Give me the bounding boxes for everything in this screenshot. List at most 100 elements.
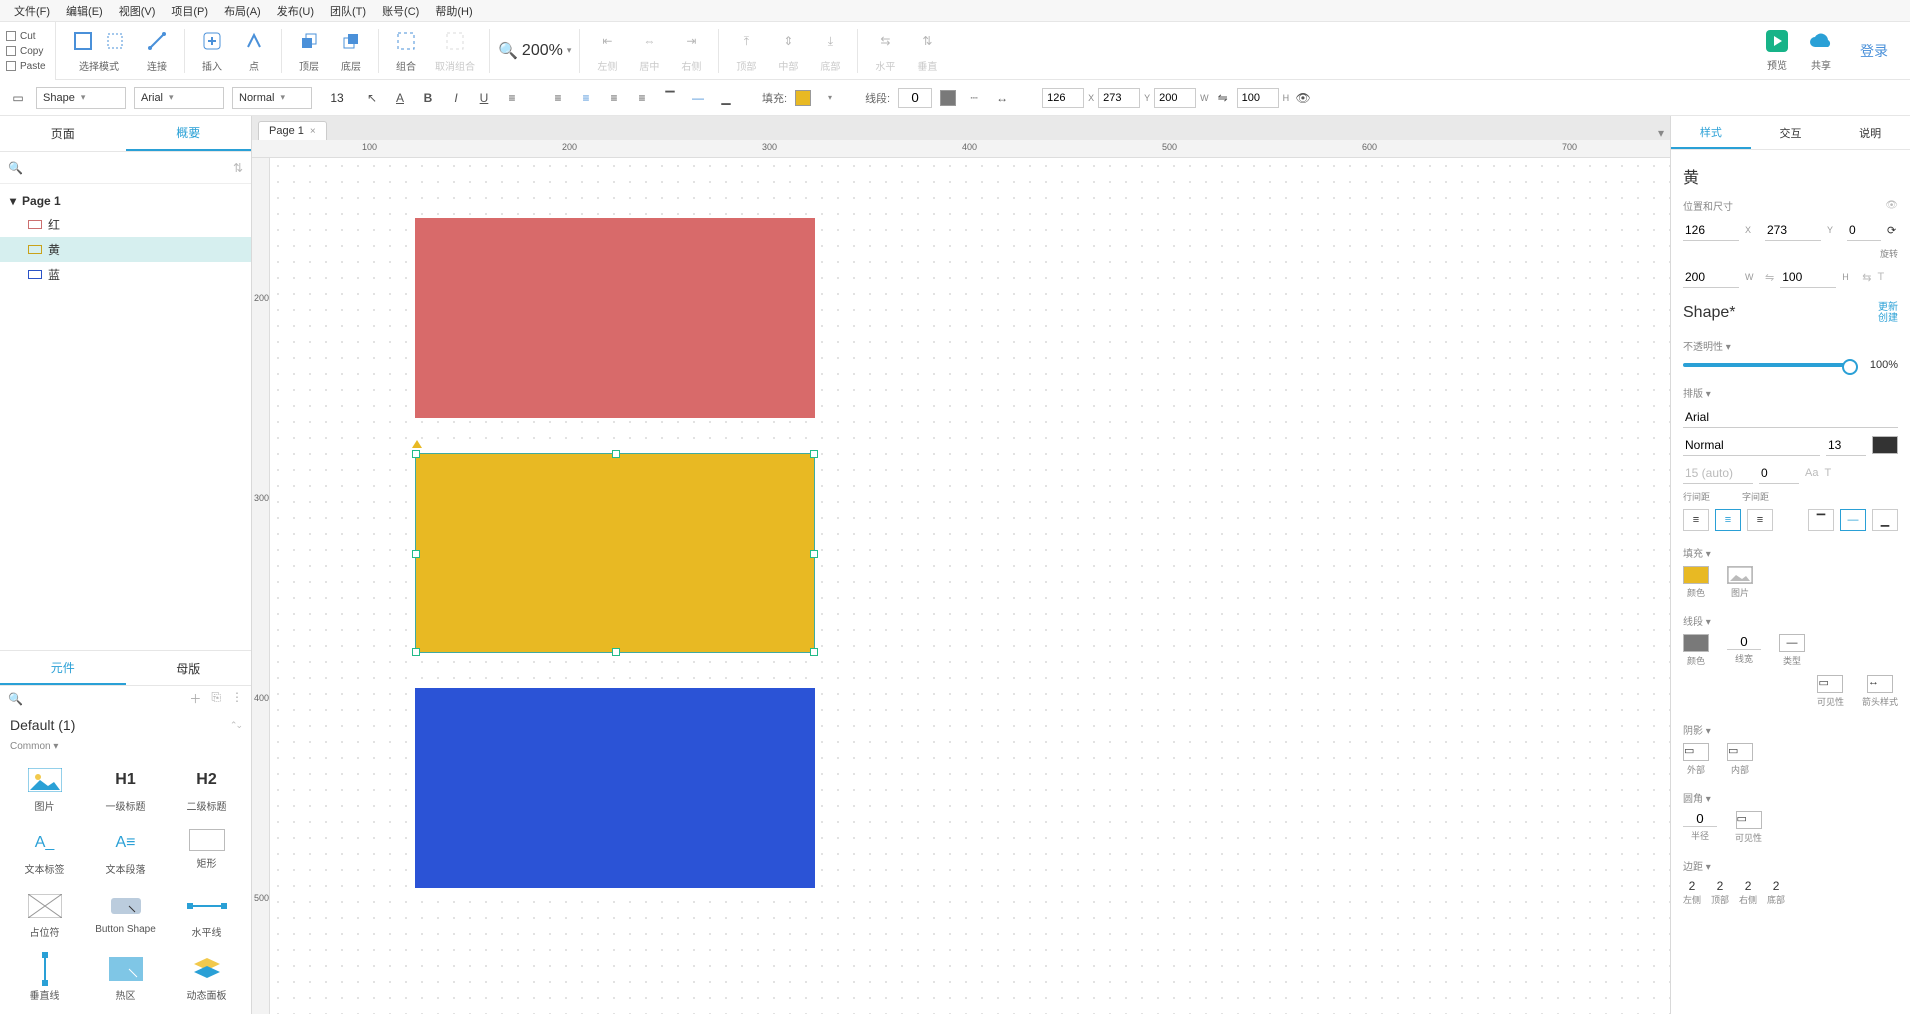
widget-text-label[interactable]: A_文本标签: [4, 823, 85, 882]
widget-h1[interactable]: H1一级标题: [85, 760, 166, 819]
inner-shadow[interactable]: ▭: [1727, 743, 1753, 761]
widget-h2[interactable]: H2二级标题: [166, 760, 247, 819]
visibility-icon[interactable]: 👁: [1885, 200, 1898, 211]
font-size-input[interactable]: 13: [320, 91, 354, 105]
text-align-center[interactable]: ≡: [1715, 509, 1741, 531]
outline-item-yellow[interactable]: 黄: [0, 237, 251, 262]
add-lib-icon[interactable]: ＋: [189, 690, 201, 707]
tab-notes[interactable]: 说明: [1830, 116, 1910, 149]
style-icon[interactable]: ▭: [8, 88, 28, 108]
login-link[interactable]: 登录: [1846, 41, 1902, 61]
valign-bottom[interactable]: ▁: [716, 88, 736, 108]
shape-style-dropdown[interactable]: Shape: [36, 87, 126, 109]
tab-masters[interactable]: 母版: [126, 651, 252, 685]
stroke-width-input[interactable]: [1727, 634, 1761, 650]
prop-h[interactable]: [1780, 266, 1836, 288]
stroke-color-swatch[interactable]: [1683, 634, 1709, 652]
visibility-toggle[interactable]: 👁: [1293, 88, 1313, 108]
resize-handle-sw[interactable]: [412, 648, 420, 656]
menu-publish[interactable]: 发布(U): [269, 3, 322, 19]
widget-hotspot[interactable]: 热区: [85, 949, 166, 1008]
stroke-width-input[interactable]: [898, 88, 932, 108]
widget-rectangle[interactable]: 矩形: [166, 823, 247, 882]
tab-outline[interactable]: 概要: [126, 116, 252, 151]
tab-widgets[interactable]: 元件: [0, 651, 126, 685]
close-icon[interactable]: ×: [310, 126, 316, 137]
text-color-swatch[interactable]: [1872, 436, 1898, 454]
select-mode-group[interactable]: 选择模式: [64, 22, 134, 79]
align-left-text[interactable]: ≡: [548, 88, 568, 108]
menu-file[interactable]: 文件(F): [6, 3, 58, 19]
lock-aspect-icon[interactable]: ⇋: [1765, 271, 1774, 284]
zoom-control[interactable]: 🔍 200% ▾: [498, 41, 571, 61]
page-tab-menu[interactable]: ▾: [1652, 126, 1670, 140]
shape-red[interactable]: [415, 218, 815, 418]
fill-color-swatch[interactable]: [795, 90, 811, 106]
tab-pages[interactable]: 页面: [0, 116, 126, 151]
prop-x[interactable]: [1683, 219, 1739, 241]
text-valign-bottom[interactable]: ▁: [1872, 509, 1898, 531]
bring-front-button[interactable]: 顶层: [290, 22, 328, 79]
x-input[interactable]: [1042, 88, 1084, 108]
text-valign-middle[interactable]: —: [1840, 509, 1866, 531]
fill-color-swatch[interactable]: [1683, 566, 1709, 584]
widget-vline[interactable]: 垂直线: [4, 949, 85, 1008]
connect-button[interactable]: 连接: [138, 22, 176, 79]
text-align-left[interactable]: ≡: [1683, 509, 1709, 531]
text-align-right[interactable]: ≡: [1747, 509, 1773, 531]
font-weight-dropdown[interactable]: Normal: [232, 87, 312, 109]
widget-hline[interactable]: 水平线: [166, 886, 247, 945]
lock-aspect-icon[interactable]: ⇋: [1213, 88, 1233, 108]
align-justify-text[interactable]: ≡: [632, 88, 652, 108]
resize-handle-n[interactable]: [612, 450, 620, 458]
resize-handle-se[interactable]: [810, 648, 818, 656]
stroke-type-button[interactable]: —: [1779, 634, 1805, 652]
canvas[interactable]: [270, 158, 1670, 1014]
group-button[interactable]: 组合: [387, 22, 425, 79]
prop-lineheight[interactable]: [1683, 462, 1753, 484]
h-input[interactable]: [1237, 88, 1279, 108]
send-back-button[interactable]: 底层: [332, 22, 370, 79]
library-title[interactable]: Default (1): [0, 711, 251, 739]
corner-visibility[interactable]: ▭: [1736, 811, 1762, 829]
align-right-text[interactable]: ≡: [604, 88, 624, 108]
fill-image-button[interactable]: [1727, 566, 1753, 584]
prop-w[interactable]: [1683, 266, 1739, 288]
rotate-handle[interactable]: [412, 440, 422, 448]
menu-layout[interactable]: 布局(A): [216, 3, 269, 19]
page-tab[interactable]: Page 1 ×: [258, 121, 327, 140]
menu-team[interactable]: 团队(T): [322, 3, 374, 19]
share-button[interactable]: 共享: [1800, 30, 1842, 72]
tab-style[interactable]: 样式: [1671, 116, 1751, 149]
text-valign-top[interactable]: ▔: [1808, 509, 1834, 531]
lib-folder-icon[interactable]: ⎘: [211, 690, 221, 707]
menu-view[interactable]: 视图(V): [111, 3, 164, 19]
shape-update-create[interactable]: 更新 创建: [1878, 302, 1898, 324]
pad-left[interactable]: 2: [1689, 879, 1696, 893]
widget-placeholder[interactable]: 占位符: [4, 886, 85, 945]
insert-button[interactable]: 插入: [193, 22, 231, 79]
outline-item-blue[interactable]: 蓝: [0, 262, 251, 287]
flip-v-icon[interactable]: T: [1877, 271, 1884, 283]
underline-button[interactable]: U: [474, 88, 494, 108]
resize-handle-w[interactable]: [412, 550, 420, 558]
opacity-slider[interactable]: [1683, 363, 1852, 367]
italic-button[interactable]: I: [446, 88, 466, 108]
valign-middle[interactable]: —: [688, 88, 708, 108]
valign-top[interactable]: ▔: [660, 88, 680, 108]
corner-radius-input[interactable]: [1683, 811, 1717, 827]
widget-image[interactable]: 图片: [4, 760, 85, 819]
outer-shadow[interactable]: ▭: [1683, 743, 1709, 761]
stroke-visibility[interactable]: ▭: [1817, 675, 1843, 693]
filter-icon[interactable]: ⇅: [233, 161, 243, 175]
prop-font[interactable]: [1683, 406, 1898, 428]
prop-weight[interactable]: [1683, 434, 1820, 456]
resize-handle-ne[interactable]: [810, 450, 818, 458]
pad-bottom[interactable]: 2: [1773, 879, 1780, 893]
cut-button[interactable]: Cut: [0, 29, 55, 44]
paste-button[interactable]: Paste: [0, 59, 55, 74]
stroke-color-swatch[interactable]: [940, 90, 956, 106]
search-icon[interactable]: 🔍: [8, 692, 23, 706]
menu-account[interactable]: 账号(C): [374, 3, 427, 19]
point-button[interactable]: 点: [235, 22, 273, 79]
